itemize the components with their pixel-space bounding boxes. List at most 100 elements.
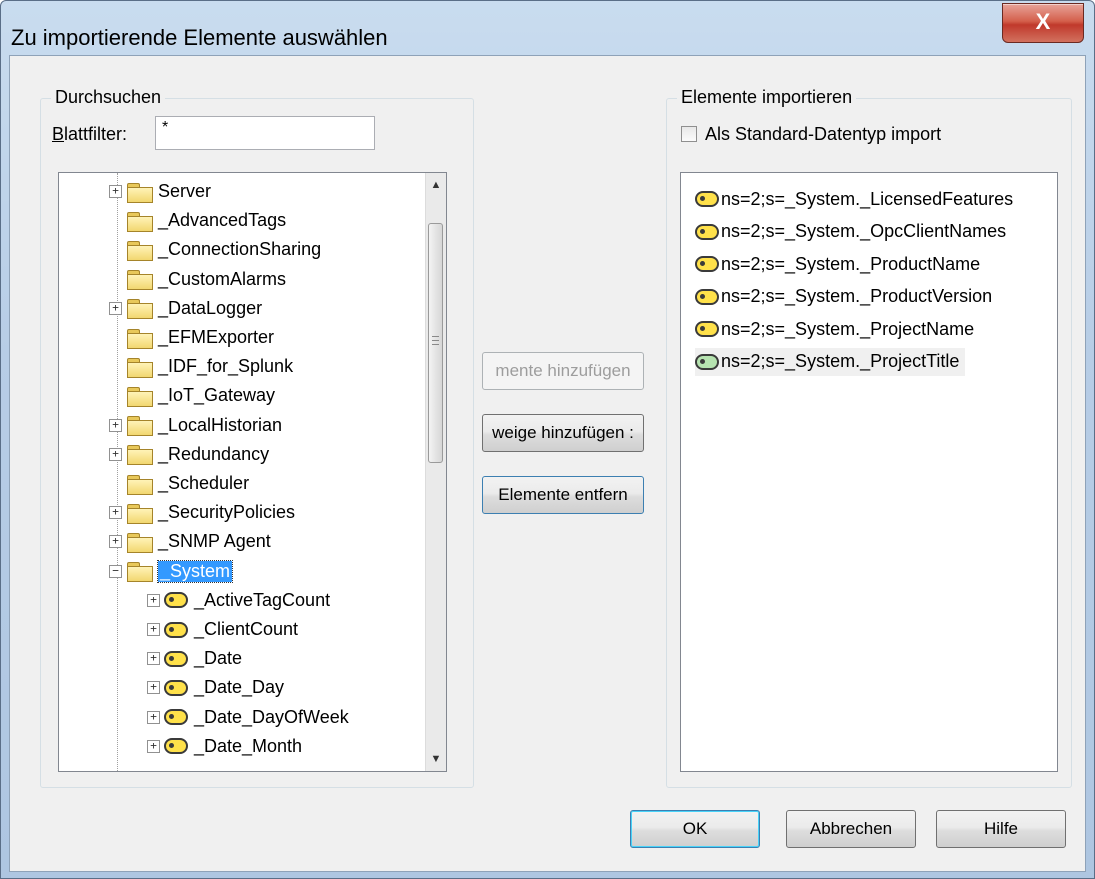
tree-item[interactable]: _IDF_for_Splunk <box>109 352 293 381</box>
help-button[interactable]: Hilfe <box>936 810 1066 848</box>
ok-button[interactable]: OK <box>630 810 760 848</box>
tree-item-label: _LocalHistorian <box>158 414 283 435</box>
tree-item[interactable]: _AdvancedTags <box>109 206 286 235</box>
tree-item-label: _System <box>156 559 234 583</box>
default-datatype-label: Als Standard-Datentyp import <box>705 124 942 144</box>
tree-connector <box>109 389 122 402</box>
default-datatype-checkbox[interactable] <box>681 126 697 142</box>
tag-icon <box>164 621 188 638</box>
tree-item[interactable]: _CustomAlarms <box>109 265 286 294</box>
tree-item[interactable]: + _ActiveTagCount <box>147 586 330 615</box>
tree-item-label: _Date_DayOfWeek <box>194 706 349 727</box>
tree-item-label: _ActiveTagCount <box>194 589 331 610</box>
import-list[interactable]: ns=2;s=_System._LicensedFeatures ns=2;s=_… <box>680 172 1058 772</box>
expand-icon[interactable]: + <box>109 535 122 549</box>
import-legend: Elemente importieren <box>677 87 857 108</box>
tree-item[interactable]: + Server <box>109 177 211 206</box>
leaf-filter-value: * <box>162 119 169 136</box>
expand-icon[interactable]: + <box>109 447 122 461</box>
tree-item-label: _SecurityPolicies <box>158 502 296 523</box>
add-items-button[interactable]: mente hinzufügen <box>482 352 644 390</box>
scroll-thumb[interactable] <box>428 223 443 463</box>
tag-icon <box>695 321 719 337</box>
tree-item[interactable]: _IoT_Gateway <box>109 381 275 410</box>
expand-icon[interactable]: + <box>109 301 122 315</box>
import-list-item[interactable]: ns=2;s=_System._LicensedFeatures <box>695 185 1019 213</box>
folder-icon <box>126 503 153 524</box>
expand-icon[interactable]: + <box>109 185 122 198</box>
import-list-item-label: ns=2;s=_System._ProjectName <box>721 318 975 339</box>
import-list-item[interactable]: ns=2;s=_System._ProjectName <box>695 315 980 343</box>
folder-icon <box>126 270 153 291</box>
tag-icon <box>164 650 188 667</box>
expand-icon[interactable]: + <box>147 681 160 695</box>
tree-item-label: Server <box>158 181 212 201</box>
tree-item-label: _ClientCount <box>194 619 299 639</box>
tree-item[interactable]: _ConnectionSharing <box>109 235 321 264</box>
expand-icon[interactable]: + <box>147 739 160 753</box>
tree-item[interactable]: + _Date_DayOfWeek <box>147 703 349 732</box>
expand-icon[interactable]: + <box>147 623 160 636</box>
scroll-up-button[interactable]: ▲ <box>426 173 446 197</box>
import-list-item[interactable]: ns=2;s=_System._ProductVersion <box>695 283 998 311</box>
import-list-item[interactable]: ns=2;s=_System._OpcClientNames <box>695 218 1012 246</box>
tree-item-label: _Scheduler <box>158 473 250 493</box>
expand-icon[interactable]: + <box>147 710 160 724</box>
tree-item-label: _IDF_for_Splunk <box>158 356 294 377</box>
leaf-filter-input[interactable]: * <box>155 116 375 150</box>
tree-item-label: _Redundancy <box>158 443 270 464</box>
tree-scrollbar[interactable]: ▲ ▼ <box>425 173 446 771</box>
tree-item[interactable]: _Scheduler <box>109 469 249 498</box>
tree-item-label: _DataLogger <box>158 297 263 318</box>
tree-item[interactable]: + _Redundancy <box>109 440 269 469</box>
arrow-down-icon: ▼ <box>430 753 442 765</box>
add-branch-button[interactable]: weige hinzufügen : <box>482 414 644 452</box>
remove-items-button[interactable]: Elemente entfern <box>482 476 644 514</box>
tree-item[interactable]: + _Date <box>147 644 242 673</box>
tree-item[interactable]: + _DataLogger <box>109 294 262 323</box>
folder-icon <box>126 211 153 232</box>
import-list-item[interactable]: ns=2;s=_System._ProjectTitle <box>695 347 966 376</box>
tree-item[interactable]: _EFMExporter <box>109 323 274 352</box>
grip-icon <box>432 340 439 341</box>
expand-icon[interactable]: + <box>147 652 160 666</box>
folder-icon <box>126 328 153 349</box>
browse-tree[interactable]: + Server _AdvancedTags _ConnectionSharing _C… <box>58 172 447 772</box>
tree-item[interactable]: − _System <box>109 557 234 586</box>
folder-icon <box>126 532 153 553</box>
tree-item-label: _ConnectionSharing <box>158 239 322 260</box>
collapse-icon[interactable]: − <box>109 564 122 578</box>
tag-icon <box>164 679 188 696</box>
leaf-filter-label: Blattfilter: <box>52 124 128 144</box>
expand-icon[interactable]: + <box>109 506 122 520</box>
import-list-item-label: ns=2;s=_System._LicensedFeatures <box>721 188 1014 209</box>
tree-connector <box>109 273 122 286</box>
expand-icon[interactable]: + <box>147 593 160 607</box>
tree-item[interactable]: + _ClientCount <box>147 615 298 644</box>
tag-icon <box>695 223 719 240</box>
cancel-button[interactable]: Abbrechen <box>786 810 916 848</box>
tag-icon <box>695 288 719 305</box>
tree-item[interactable]: + _SecurityPolicies <box>109 498 295 527</box>
tree-item[interactable]: + _Date_Day <box>147 673 284 702</box>
import-list-item[interactable]: ns=2;s=_System._ProductName <box>695 250 986 278</box>
folder-icon <box>126 386 153 407</box>
grip-icon <box>432 336 439 337</box>
tree-item-label: _EFMExporter <box>158 327 275 347</box>
tree-item[interactable]: + _Date_Month <box>147 732 302 761</box>
close-button[interactable]: X <box>1002 3 1084 43</box>
folder-icon <box>126 240 153 261</box>
tree-connector <box>109 331 122 344</box>
tree-item[interactable]: + _LocalHistorian <box>109 411 282 440</box>
expand-icon[interactable]: + <box>109 418 122 432</box>
folder-icon <box>126 182 153 203</box>
tree-item-label: _Date_Day <box>194 677 285 698</box>
tree-item-label: _SNMP Agent <box>158 531 271 552</box>
scroll-down-button[interactable]: ▼ <box>426 747 446 771</box>
folder-icon <box>126 474 153 495</box>
tree-item[interactable]: + _SNMP Agent <box>109 527 271 556</box>
tree-item-label: _Date_Month <box>194 735 303 756</box>
browse-legend: Durchsuchen <box>51 87 166 108</box>
import-list-item-label: ns=2;s=_System._OpcClientNames <box>721 221 1007 241</box>
tag-icon <box>695 256 719 272</box>
